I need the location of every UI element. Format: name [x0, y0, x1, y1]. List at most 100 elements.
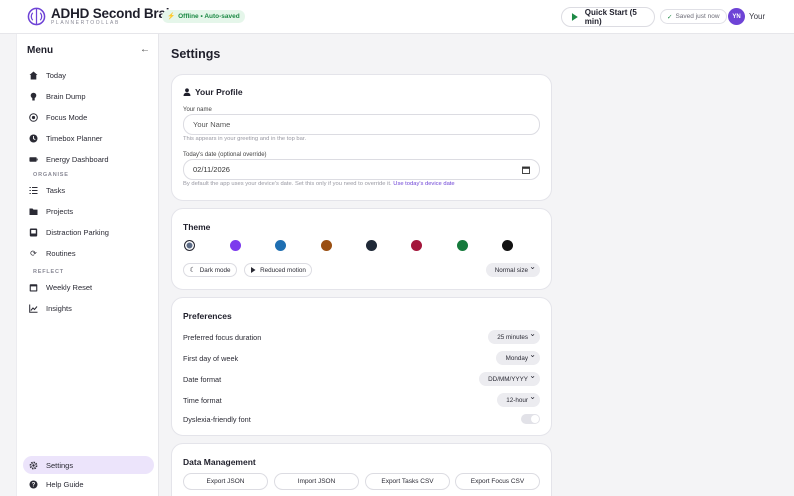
export-tasks-csv-button[interactable]: Export Tasks CSV: [365, 473, 450, 490]
saved-status: ✓ Saved just now: [660, 9, 727, 24]
top-bar: ADHD Second Brain PLANNERTOOLLAB ⚡ Offli…: [0, 0, 794, 34]
page-title: Settings: [171, 47, 221, 61]
calendar-icon: [29, 283, 38, 292]
name-field-label: Your name: [183, 107, 212, 113]
sidebar-item-label: Today: [46, 70, 67, 80]
sidebar-item-label: Focus Mode: [46, 112, 88, 122]
preferences-card-title: Preferences: [183, 311, 232, 321]
date-input[interactable]: 02/11/2026: [183, 159, 540, 180]
sidebar-item-label: Energy Dashboard: [46, 154, 109, 164]
import-json-button[interactable]: Import JSON: [274, 473, 359, 490]
offline-badge-label: Offline • Auto-saved: [178, 13, 240, 20]
reduced-motion-toggle[interactable]: Reduced motion: [244, 263, 312, 277]
export-focus-csv-button[interactable]: Export Focus CSV: [455, 473, 540, 490]
sidebar-item-settings[interactable]: Settings: [23, 456, 154, 474]
dyslexia-font-toggle[interactable]: [521, 414, 540, 424]
saved-status-label: Saved just now: [675, 13, 720, 20]
sidebar-item-tasks[interactable]: Tasks: [23, 181, 154, 199]
export-json-button[interactable]: Export JSON: [183, 473, 268, 490]
time-format-label: Time format: [183, 396, 222, 405]
profile-card: Your Profile Your name Your Name This ap…: [171, 74, 552, 201]
brain-logo-icon: [27, 7, 46, 26]
folder-icon: [29, 207, 38, 216]
first-day-label: First day of week: [183, 354, 239, 363]
focus-duration-select[interactable]: 25 minutes: [488, 329, 540, 344]
list-icon: [29, 186, 38, 195]
lightbulb-icon: [29, 92, 38, 101]
battery-icon: [29, 155, 38, 164]
preferences-card: Preferences Preferred focus duration 25 …: [171, 297, 552, 436]
quick-start-button[interactable]: Quick Start (5 min): [561, 7, 655, 27]
use-device-date-link[interactable]: Use today's device date: [393, 181, 454, 187]
theme-swatch-black[interactable]: [502, 240, 513, 251]
play-icon: [571, 13, 578, 21]
theme-swatch-green[interactable]: [457, 240, 468, 251]
text-size-select[interactable]: Normal size: [486, 262, 540, 277]
reduced-motion-label: Reduced motion: [260, 266, 306, 274]
check-icon: ✓: [667, 13, 673, 21]
profile-card-title: Your Profile: [183, 87, 243, 97]
calendar-picker-icon[interactable]: [522, 166, 530, 174]
date-format-label: Date format: [183, 375, 222, 384]
sidebar-item-label: Insights: [46, 303, 72, 313]
theme-swatch-crimson[interactable]: [411, 240, 422, 251]
date-format-select[interactable]: DD/MM/YYYY: [479, 371, 540, 386]
sidebar-item-timebox-planner[interactable]: Timebox Planner: [23, 129, 154, 147]
date-input-value: 02/11/2026: [193, 165, 230, 174]
theme-swatch-brown[interactable]: [321, 240, 332, 251]
chart-icon: [29, 304, 38, 313]
user-icon: [183, 88, 191, 96]
name-hint: This appears in your greeting and in the…: [183, 136, 307, 142]
section-label-organise: ORGANISE: [33, 172, 69, 178]
theme-swatch-slate[interactable]: [184, 240, 195, 251]
clock-icon: [29, 134, 38, 143]
collapse-sidebar-arrow-icon[interactable]: ←: [140, 44, 150, 55]
moon-icon: ☾: [189, 267, 196, 274]
name-input[interactable]: Your Name: [183, 114, 540, 135]
first-day-select[interactable]: Monday: [496, 350, 540, 365]
dark-mode-toggle[interactable]: ☾ Dark mode: [183, 263, 237, 277]
theme-card-title: Theme: [183, 222, 211, 232]
offline-icon: ⚡: [167, 13, 176, 20]
menu-title: Menu: [27, 45, 54, 56]
theme-swatch-charcoal[interactable]: [366, 240, 377, 251]
svg-text:?: ?: [32, 482, 36, 488]
sidebar-item-energy-dashboard[interactable]: Energy Dashboard: [23, 150, 154, 168]
sidebar-item-brain-dump[interactable]: Brain Dump: [23, 87, 154, 105]
app-title: ADHD Second Brain: [51, 6, 178, 21]
sidebar-item-weekly-reset[interactable]: Weekly Reset: [23, 278, 154, 296]
sidebar-item-insights[interactable]: Insights: [23, 299, 154, 317]
offline-status-badge: ⚡ Offline • Auto-saved: [162, 10, 245, 23]
avatar[interactable]: YN: [728, 8, 745, 25]
sidebar-item-today[interactable]: Today: [23, 66, 154, 84]
sidebar-item-label: Routines: [46, 248, 76, 258]
theme-card: Theme ☾ Dark mode Reduced motion Normal …: [171, 208, 552, 290]
home-icon: [29, 71, 38, 80]
play-icon: [251, 267, 256, 273]
sidebar-item-label: Distraction Parking: [46, 227, 109, 237]
parking-icon: [29, 228, 38, 237]
gear-icon: [29, 461, 38, 470]
data-management-card-title: Data Management: [183, 457, 256, 467]
sidebar-item-routines[interactable]: ⟳ Routines: [23, 244, 154, 262]
sidebar-item-label: Brain Dump: [46, 91, 86, 101]
sidebar-item-focus-mode[interactable]: Focus Mode: [23, 108, 154, 126]
sidebar-item-help-guide[interactable]: ? Help Guide: [23, 475, 154, 493]
section-label-reflect: REFLECT: [33, 269, 64, 275]
theme-swatch-blue[interactable]: [275, 240, 286, 251]
dyslexia-font-label: Dyslexia-friendly font: [183, 415, 251, 424]
sidebar-item-label: Help Guide: [46, 479, 84, 489]
date-hint-text: By default the app uses your device's da…: [183, 181, 392, 187]
sidebar-item-projects[interactable]: Projects: [23, 202, 154, 220]
target-icon: [29, 112, 38, 122]
help-icon: ?: [29, 480, 38, 489]
time-format-select[interactable]: 12-hour: [497, 392, 540, 407]
sidebar-item-distraction-parking[interactable]: Distraction Parking: [23, 223, 154, 241]
theme-swatch-purple[interactable]: [230, 240, 241, 251]
sidebar: Menu ← Today Brain Dump Focus Mode Timeb…: [16, 34, 159, 496]
data-management-card: Data Management Export JSON Import JSON …: [171, 443, 552, 496]
refresh-icon: ⟳: [30, 248, 37, 258]
date-hint: By default the app uses your device's da…: [183, 181, 455, 187]
user-name[interactable]: Your: [749, 12, 765, 21]
focus-duration-label: Preferred focus duration: [183, 333, 262, 342]
